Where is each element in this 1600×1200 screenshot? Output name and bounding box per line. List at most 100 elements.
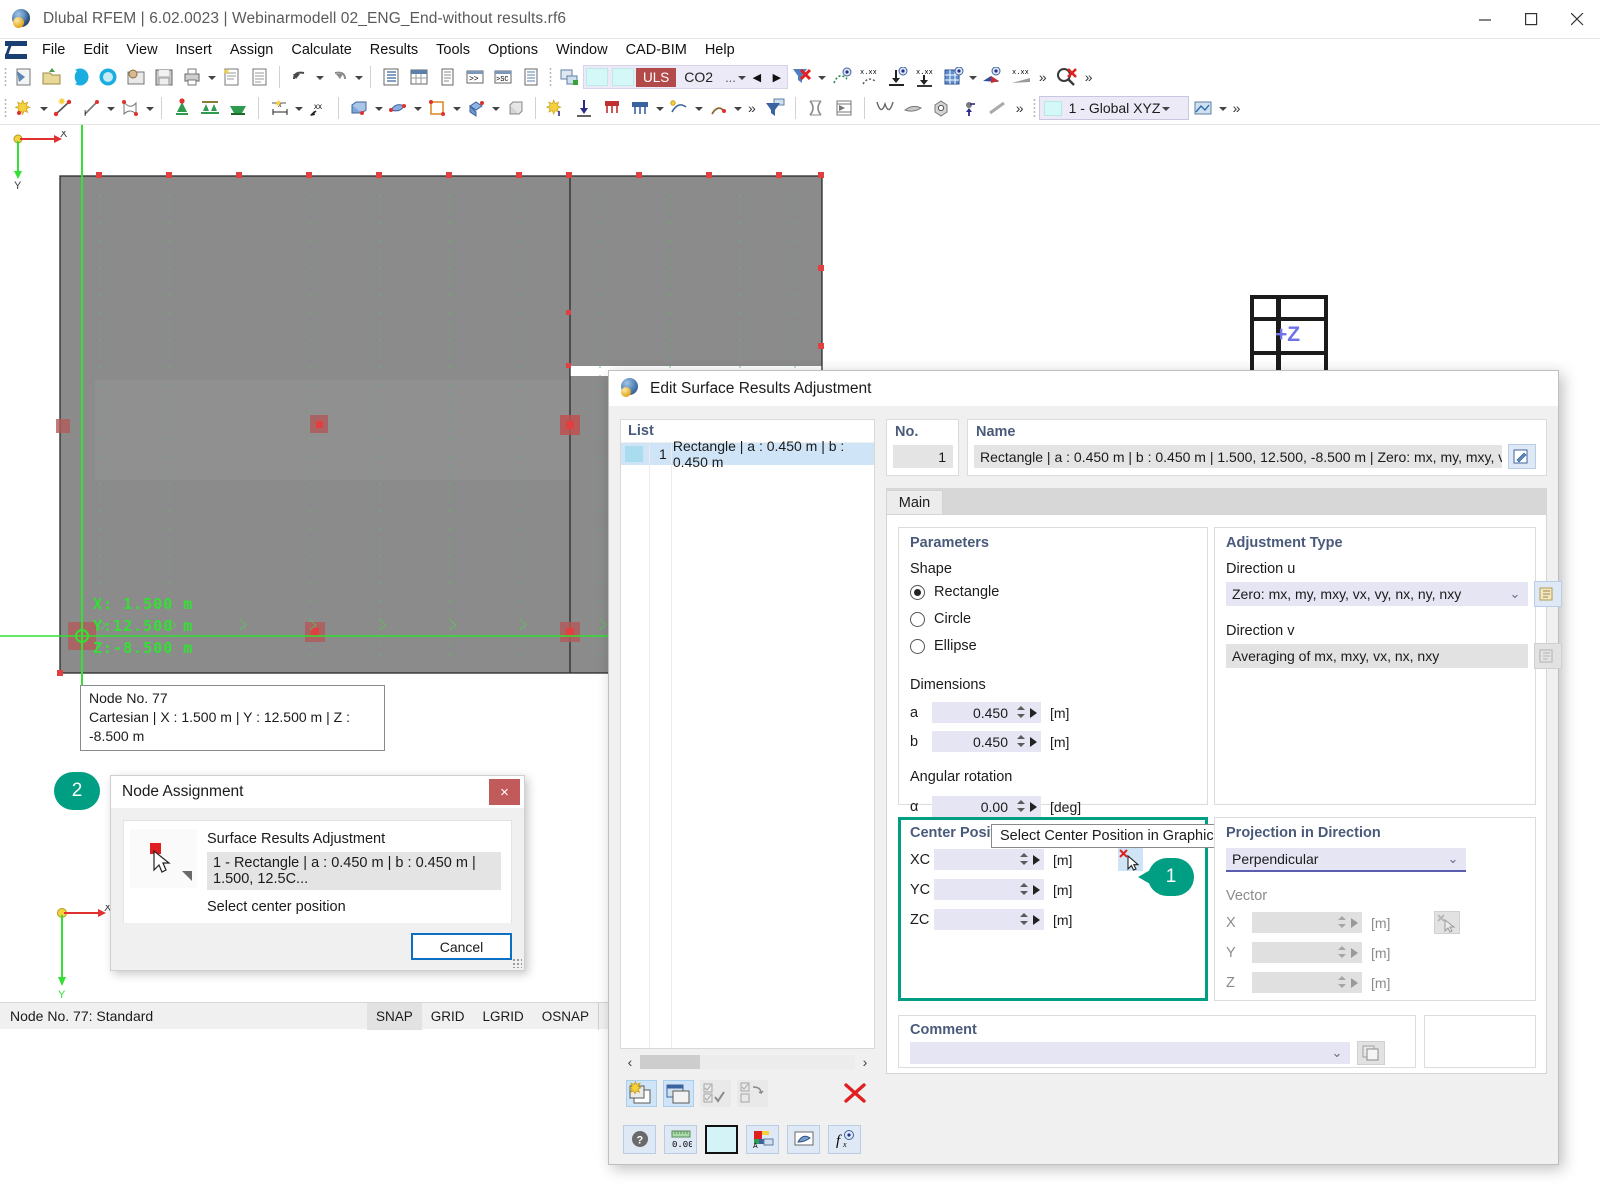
undo-icon[interactable] — [287, 64, 313, 90]
maximize-icon[interactable] — [1508, 0, 1554, 39]
render-mode-icon[interactable] — [803, 95, 829, 121]
load-case-prev-button[interactable]: ◀ — [747, 71, 767, 84]
new-result-section-icon[interactable] — [424, 95, 450, 121]
close-icon[interactable] — [1554, 0, 1600, 39]
zoom-delete-icon[interactable] — [1053, 64, 1079, 90]
formula-icon[interactable]: fx — [828, 1125, 861, 1154]
toolbar-2-overflow-2[interactable]: » — [1011, 100, 1029, 116]
dimension-b-input[interactable]: 0.450 — [932, 731, 1014, 752]
dimension-a-input[interactable]: 0.450 — [932, 702, 1014, 723]
free-load-icon[interactable] — [666, 95, 692, 121]
free-load-dropdown-caret[interactable] — [693, 95, 704, 121]
direction-u-edit-icon[interactable] — [1534, 581, 1562, 607]
render-settings-icon[interactable] — [1190, 95, 1216, 121]
menu-help[interactable]: Help — [696, 40, 744, 60]
scrollbar-thumb[interactable] — [640, 1055, 700, 1069]
units-icon[interactable]: 0.00 — [664, 1125, 697, 1154]
new-dimension-icon[interactable]: x — [266, 95, 292, 121]
table-icon[interactable] — [406, 64, 432, 90]
projection-select[interactable]: Perpendicular ⌄ — [1226, 848, 1466, 872]
new-member-icon[interactable]: I — [78, 95, 104, 121]
animation-icon[interactable] — [831, 95, 857, 121]
delete-icon[interactable] — [835, 1082, 875, 1104]
status-toggle-grid[interactable]: GRID — [422, 1003, 474, 1030]
toolbar-2-overflow[interactable]: » — [743, 100, 761, 116]
script-icon[interactable]: >SC — [490, 64, 516, 90]
list-horizontal-scrollbar[interactable]: ‹ › — [620, 1052, 875, 1072]
menu-view[interactable]: View — [117, 40, 166, 60]
render-settings-caret[interactable] — [1217, 95, 1228, 121]
dlubal-center-icon[interactable] — [67, 64, 93, 90]
coordinate-system-caret[interactable] — [1160, 95, 1171, 121]
support-reaction-icon[interactable] — [884, 64, 910, 90]
menu-file[interactable]: File — [33, 40, 74, 60]
chevron-down-icon[interactable]: ⌄ — [1508, 586, 1522, 602]
node-assignment-value[interactable]: 1 - Rectangle | a : 0.450 m | b : 0.450 … — [207, 852, 501, 890]
copy-item-icon[interactable] — [663, 1080, 694, 1107]
new-line-support-icon[interactable] — [197, 95, 223, 121]
new-member-dropdown-caret[interactable] — [105, 95, 116, 121]
chevron-down-icon[interactable]: ⌄ — [1330, 1045, 1344, 1061]
scroll-right-icon[interactable]: › — [855, 1054, 875, 1070]
new-line-icon[interactable] — [50, 95, 76, 121]
filter-view-icon[interactable] — [762, 95, 788, 121]
shape-option-rectangle[interactable]: Rectangle — [910, 584, 999, 600]
new-solid-icon[interactable] — [346, 95, 372, 121]
open-folder-icon[interactable] — [39, 64, 65, 90]
show-deformation-icon[interactable] — [828, 64, 854, 90]
toolbar-grip[interactable] — [4, 67, 7, 87]
load-case-icon[interactable] — [556, 64, 582, 90]
status-toggle-osnap[interactable]: OSNAP — [533, 1003, 598, 1030]
minimize-icon[interactable] — [1462, 0, 1508, 39]
result-diagram-icon[interactable] — [979, 64, 1005, 90]
surface-results-icon[interactable] — [940, 64, 966, 90]
new-dimension-xx-icon[interactable]: xx — [305, 95, 331, 121]
render-icon[interactable]: A — [746, 1125, 779, 1154]
imperfection-icon[interactable] — [705, 95, 731, 121]
scroll-left-icon[interactable]: ‹ — [620, 1054, 640, 1070]
console-icon[interactable]: >> — [462, 64, 488, 90]
menu-assign[interactable]: Assign — [221, 40, 283, 60]
menu-insert[interactable]: Insert — [167, 40, 221, 60]
report-icon[interactable] — [518, 64, 544, 90]
close-icon[interactable]: × — [489, 779, 520, 805]
new-dimension-dropdown-caret[interactable] — [293, 95, 304, 121]
new-node-dropdown-caret[interactable] — [38, 95, 49, 121]
menu-tools[interactable]: Tools — [427, 40, 479, 60]
imperfection-dropdown-caret[interactable] — [732, 95, 743, 121]
load-case-dropdown-caret[interactable] — [736, 64, 747, 90]
menu-window[interactable]: Window — [547, 40, 617, 60]
help-icon[interactable]: ? — [623, 1125, 656, 1154]
rotation-input[interactable]: 0.00 — [932, 796, 1014, 817]
redo-icon[interactable] — [326, 64, 352, 90]
deformation-values-icon[interactable]: x.xx — [856, 64, 882, 90]
rotation-spinner[interactable] — [1014, 796, 1041, 817]
toolbar-2-overflow-3[interactable]: » — [1228, 100, 1246, 116]
dimension-b-spinner[interactable] — [1014, 731, 1041, 752]
dimension-a-spinner[interactable] — [1014, 702, 1041, 723]
scrollbar-track[interactable] — [700, 1055, 855, 1069]
tab-main[interactable]: Main — [886, 490, 943, 515]
toolbar-grip-2[interactable] — [4, 98, 7, 118]
new-surface-icon[interactable] — [117, 95, 143, 121]
cancel-button[interactable]: Cancel — [411, 933, 512, 960]
model-sphere-icon[interactable] — [95, 64, 121, 90]
shape-option-circle[interactable]: Circle — [910, 611, 971, 627]
new-block-dropdown-caret[interactable] — [490, 95, 501, 121]
chevron-down-icon[interactable]: ⌄ — [1446, 851, 1460, 867]
load-case-selector[interactable]: ULS CO2 ... ◀ ▶ — [583, 65, 788, 89]
new-solid-dropdown-caret[interactable] — [373, 95, 384, 121]
print-dropdown-caret[interactable] — [206, 64, 217, 90]
redo-dropdown-caret[interactable] — [353, 64, 364, 90]
save-icon[interactable] — [151, 64, 177, 90]
menu-cad-bim[interactable]: CAD-BIM — [617, 40, 696, 60]
filter-delete-icon[interactable] — [789, 64, 815, 90]
line-load-icon[interactable] — [599, 95, 625, 121]
toggle-check-icon[interactable] — [737, 1080, 768, 1107]
view-cube[interactable]: +Z — [1246, 295, 1329, 375]
toolbar-1-overflow[interactable]: » — [1034, 69, 1052, 85]
document-icon[interactable] — [246, 64, 272, 90]
load-case-next-button[interactable]: ▶ — [767, 71, 787, 84]
list-item[interactable]: 1 Rectangle | a : 0.450 m | b : 0.450 m — [621, 443, 874, 465]
snapshot-icon[interactable] — [787, 1125, 820, 1154]
